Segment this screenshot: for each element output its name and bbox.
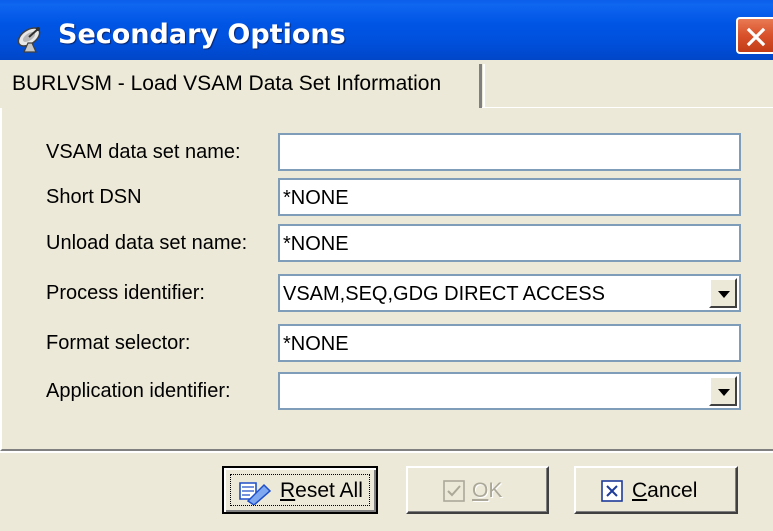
application-identifier-select[interactable]	[278, 372, 741, 410]
form-row-application-id: Application identifier:	[2, 372, 773, 412]
vsam-dsn-input[interactable]	[278, 133, 741, 171]
field-value: *NONE	[283, 333, 349, 355]
field-label: VSAM data set name:	[46, 141, 241, 163]
window-title: Secondary Options	[58, 19, 346, 50]
form-row-process-id: Process identifier: VSAM,SEQ,GDG DIRECT …	[2, 274, 773, 314]
field-value: VSAM,SEQ,GDG DIRECT ACCESS	[283, 283, 605, 305]
ok-label: OK	[472, 479, 503, 502]
cancel-button[interactable]: Cancel	[574, 466, 738, 514]
ok-button[interactable]: OK	[406, 466, 549, 514]
field-label: Format selector:	[46, 332, 191, 354]
button-bar: Reset All OK Cancel	[0, 451, 773, 531]
field-label: Unload data set name:	[46, 232, 248, 254]
reset-icon	[238, 479, 272, 510]
chevron-down-icon	[718, 291, 730, 298]
field-value: *NONE	[283, 233, 349, 255]
unload-dsn-input[interactable]: *NONE	[278, 224, 741, 262]
form-row-short-dsn: Short DSN *NONE	[2, 178, 773, 218]
field-label: Application identifier:	[46, 380, 231, 402]
tab-strip: BURLVSM - Load VSAM Data Set Information	[0, 60, 773, 108]
dropdown-arrow-button[interactable]	[709, 278, 737, 308]
dropdown-arrow-button[interactable]	[709, 376, 737, 406]
tab-burlvsm[interactable]: BURLVSM - Load VSAM Data Set Information	[0, 64, 485, 108]
cancel-label: Cancel	[632, 479, 698, 502]
form-row-vsam-dsn: VSAM data set name:	[2, 133, 773, 173]
format-selector-input[interactable]: *NONE	[278, 324, 741, 362]
check-icon	[442, 479, 466, 508]
chevron-down-icon	[718, 389, 730, 396]
close-button[interactable]	[736, 17, 773, 54]
x-box-icon	[600, 479, 624, 508]
field-label: Process identifier:	[46, 282, 205, 304]
form-row-unload-dsn: Unload data set name: *NONE	[2, 224, 773, 264]
tab-label: BURLVSM - Load VSAM Data Set Information	[12, 72, 442, 95]
field-value: *NONE	[283, 187, 349, 209]
reset-all-button[interactable]: Reset All	[222, 466, 378, 514]
form-panel: VSAM data set name: Short DSN *NONE Unlo…	[0, 108, 773, 451]
title-bar[interactable]: Secondary Options	[0, 0, 773, 60]
satellite-dish-icon	[14, 24, 48, 54]
secondary-options-dialog: Secondary Options BURLVSM - Load VSAM Da…	[0, 0, 773, 531]
form-row-format-selector: Format selector: *NONE	[2, 324, 773, 364]
short-dsn-input[interactable]: *NONE	[278, 178, 741, 216]
reset-all-label: Reset All	[280, 479, 363, 502]
process-identifier-select[interactable]: VSAM,SEQ,GDG DIRECT ACCESS	[278, 274, 741, 312]
field-label: Short DSN	[46, 186, 142, 208]
